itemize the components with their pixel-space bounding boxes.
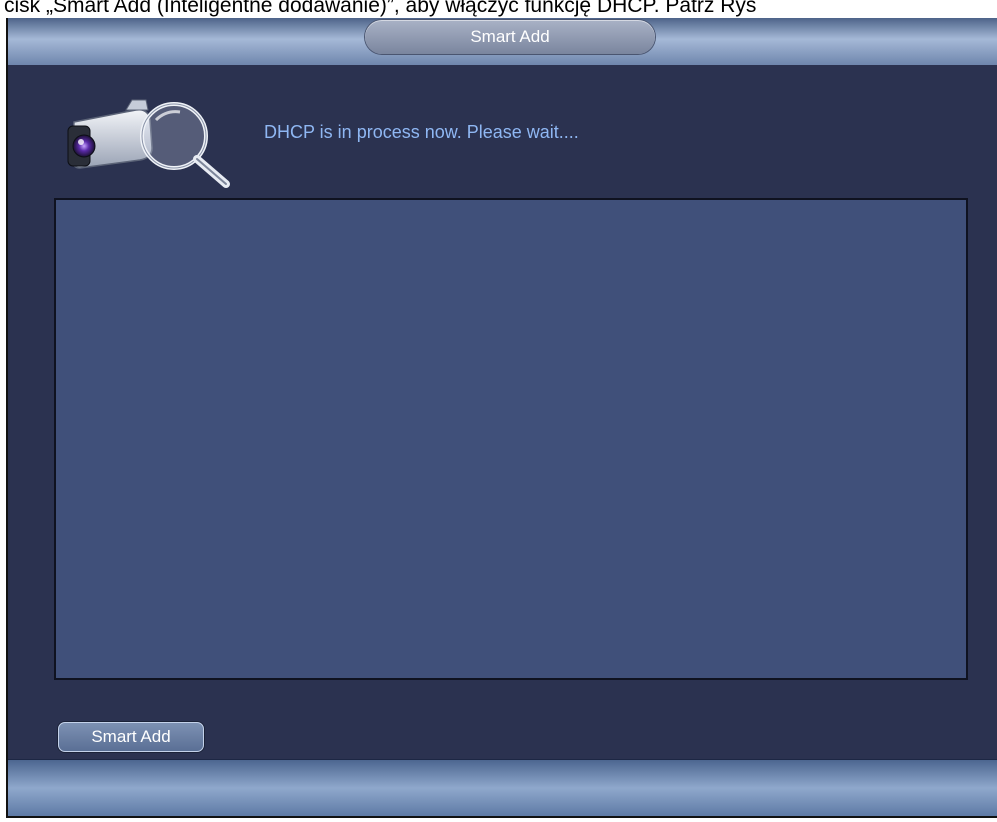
camera-search-icon	[67, 99, 230, 188]
document-caption: cisk „Smart Add (Inteligentne dodawanie)…	[4, 0, 757, 17]
dialog-title: Smart Add	[365, 20, 655, 54]
device-results-list[interactable]	[54, 198, 968, 680]
dhcp-status-message: DHCP is in process now. Please wait....	[264, 122, 579, 142]
smart-add-dialog: Smart Add DHCP is in process now. Please…	[6, 18, 997, 818]
title-bar: Smart Add	[8, 18, 997, 65]
smart-add-button[interactable]: Smart Add	[58, 722, 204, 752]
footer-bar	[8, 759, 997, 816]
